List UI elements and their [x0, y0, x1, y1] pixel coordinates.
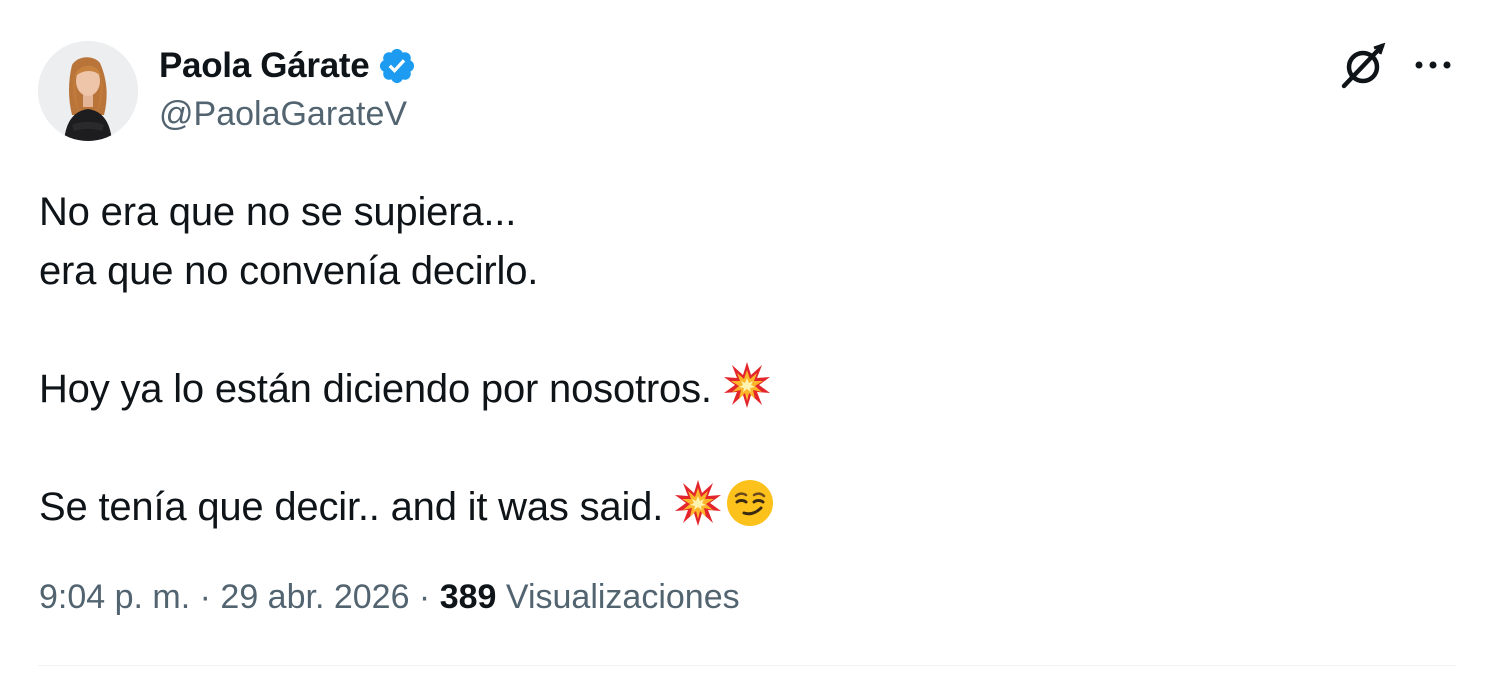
tweet-time[interactable]: 9:04 p. m. — [39, 578, 190, 616]
collision-emoji — [673, 478, 723, 545]
views-label: Visualizaciones — [496, 578, 740, 616]
verified-badge-icon[interactable] — [377, 46, 417, 86]
tweet-date[interactable]: 29 abr. 2026 — [220, 578, 409, 616]
tweet-line: Hoy ya lo están diciendo por nosotros. — [39, 367, 712, 411]
tweet-card: Paola Gárate @PaolaGarateV No era que no… — [0, 0, 1496, 674]
tweet-meta: 9:04 p. m. · 29 abr. 2026 · 389 Visualiz… — [39, 578, 740, 617]
divider — [38, 665, 1456, 666]
collision-emoji — [722, 360, 772, 427]
tweet-line-with-emoji: Hoy ya lo están diciendo por nosotros. — [39, 360, 1439, 419]
tweet-text: No era que no se supiera... era que no c… — [39, 183, 1439, 537]
author-name-row: Paola Gárate — [159, 44, 417, 88]
tweet-line-with-emoji: Se tenía que decir.. and it was said. — [39, 478, 1439, 537]
tweet-line: era que no convenía decirlo. — [39, 249, 539, 293]
avatar[interactable] — [38, 41, 138, 141]
grok-icon[interactable] — [1338, 42, 1388, 90]
views-count: 389 — [439, 578, 497, 616]
author-display-name[interactable]: Paola Gárate — [159, 46, 370, 86]
tweet-line: No era que no se supiera... — [39, 190, 517, 234]
tweet-line: Se tenía que decir.. and it was said. — [39, 485, 664, 529]
author-handle[interactable]: @PaolaGarateV — [159, 95, 407, 134]
meta-separator: · — [190, 578, 221, 616]
more-options-icon[interactable] — [1412, 50, 1454, 80]
meta-separator: · — [409, 578, 440, 616]
smirking-face-emoji — [725, 478, 775, 545]
